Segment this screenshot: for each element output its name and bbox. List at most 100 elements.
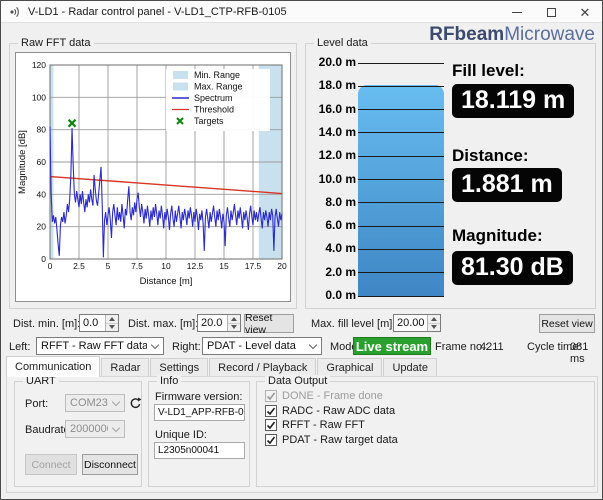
stream-bar: Left: RFFT - Raw FFT data Right: PDAT - … [1,337,602,365]
dist-max-label: Dist. max. [m]: [128,318,199,330]
checkbox-label: PDAT - Raw target data [282,433,398,446]
max-fill-up-button[interactable] [428,315,440,323]
data-output-group: Data Output DONE - Frame done RADC - Raw … [256,375,595,487]
svg-text:5: 5 [106,261,111,271]
level-data-group: Level data 20.0 m 18.0 m 16.0 m 14.0 m 12.0 … [305,37,596,309]
checkbox-row-rfft[interactable]: RFFT - Raw FFT [265,419,365,431]
info-group-title: Info [157,375,182,387]
chevron-down-icon [108,423,124,432]
arrow-up-icon [231,316,237,321]
raw-fft-group: Raw FFT data 0 2.5 5 7.5 10 12.5 15 17.5 20 0 20 40… [9,37,297,309]
legend-label: Threshold [194,105,234,115]
svg-text:17.5: 17.5 [245,261,262,271]
chevron-down-icon [108,397,124,406]
chevron-down-icon [147,340,163,349]
dist-max-value: 20.0 [201,317,223,329]
svg-text:120: 120 [32,60,46,70]
svg-text:0: 0 [48,261,53,271]
checkbox-icon[interactable] [265,433,277,446]
fft-chart-svg: 0 2.5 5 7.5 10 12.5 15 17.5 20 0 20 40 60 80 100 120 Dis… [17,60,287,287]
tab-communication[interactable]: Communication [6,356,101,377]
legend-label: Spectrum [194,93,233,103]
info-group: Info Firmware version: V-LD1_APP-RFB-010… [148,375,250,487]
arrow-up-icon [431,316,437,321]
fill-level-gauge [358,62,444,297]
refresh-ports-button[interactable] [127,394,144,412]
left-graph-select[interactable]: RFFT - Raw FFT data [36,337,164,355]
logo-light: Microwave [504,24,595,45]
frame-no-value: 4211 [480,341,504,353]
gauge-tick-line [358,202,444,204]
disconnect-button[interactable]: Disconnect [82,454,138,475]
fft-chart[interactable]: 0 2.5 5 7.5 10 12.5 15 17.5 20 0 20 40 60 80 100 120 Dis… [15,52,291,302]
window-title: V-LD1 - Radar control panel - V-LD1_CTP-… [28,5,287,18]
gauge-tick-label: 2.0 m [325,264,356,279]
tab-update[interactable]: Update [383,358,437,377]
gauge-tick-label: 12.0 m [318,148,356,163]
gauge-tick-line [358,179,444,180]
level-reset-view-button[interactable]: Reset view [539,314,595,333]
legend-label: Min. Range [194,70,240,80]
checkbox-icon [265,390,277,402]
gauge-tick-label: 8.0 m [325,194,356,209]
minimize-button[interactable] [500,1,534,23]
dist-min-value: 0.0 [83,317,99,329]
fill-level-value: 18.119 m [452,84,575,118]
gauge-tick-line [358,62,444,64]
svg-text:60: 60 [37,157,47,167]
right-graph-select[interactable]: PDAT - Level data [202,337,322,355]
raw-fft-group-title: Raw FFT data [18,37,94,49]
gauge-tick-label: 14.0 m [318,124,356,139]
firmware-version-label: Firmware version: [155,391,243,403]
arrow-down-icon [109,325,115,330]
app-window: V-LD1 - Radar control panel - V-LD1_CTP-… [0,0,603,500]
checkbox-label: RADC - Raw ADC data [282,404,396,417]
right-graph-selected: PDAT - Level data [207,340,296,352]
close-button[interactable]: ✕ [568,1,602,23]
tab-radar[interactable]: Radar [101,358,150,377]
unique-id-field[interactable]: L2305n00041 [154,442,245,459]
gauge-tick-label: 16.0 m [318,101,356,116]
port-selected: COM23 [70,397,108,409]
gauge-tick-label: 18.0 m [318,78,356,93]
baudrate-select: 2000000 [65,420,125,438]
gauge-scale-labels: 20.0 m 18.0 m 16.0 m 14.0 m 12.0 m 10.0 m 8.0 … [310,44,356,308]
svg-text:12.5: 12.5 [187,261,204,271]
svg-text:10: 10 [161,261,171,271]
dist-min-up-button[interactable] [106,315,118,323]
dist-max-up-button[interactable] [228,315,240,323]
fft-reset-view-button[interactable]: Reset view [244,312,294,336]
left-graph-selected: RFFT - Raw FFT data [41,340,147,352]
fill-level-label: Fill level: [452,61,525,80]
fill-level-bar [358,84,444,296]
gauge-tick-line [358,272,444,274]
unique-id-label: Unique ID: [155,429,207,441]
svg-text:Distance [m]: Distance [m] [140,276,193,287]
tab-panel-communication: UART Port: COM23 Baudrate: 2000000 Conne… [6,375,598,493]
maximize-button[interactable] [534,1,568,23]
firmware-version-field[interactable]: V-LD1_APP-RFB-0105 [154,404,245,421]
checkbox-row-pdat[interactable]: PDAT - Raw target data [265,433,398,446]
dist-max-down-button[interactable] [228,322,240,331]
checkbox-icon[interactable] [265,404,277,417]
svg-text:2.5: 2.5 [73,261,85,271]
checkbox-row-radc[interactable]: RADC - Raw ADC data [265,404,396,417]
minimize-icon [512,11,522,13]
arrow-down-icon [431,325,437,330]
checkbox-icon[interactable] [265,419,277,431]
dist-min-down-button[interactable] [106,322,118,331]
svg-text:7.5: 7.5 [131,261,143,271]
gauge-tick-line [358,295,444,297]
svg-text:15: 15 [219,261,229,271]
max-fill-down-button[interactable] [428,322,440,331]
data-output-group-title: Data Output [265,375,331,387]
uart-group: UART Port: COM23 Baudrate: 2000000 Conne… [14,375,144,487]
distance-label: Distance: [452,146,529,165]
dist-max-spinner[interactable]: 20.0 [197,314,241,332]
gauge-tick-label: 4.0 m [325,241,356,256]
dist-min-spinner[interactable]: 0.0 [79,314,119,332]
legend-label: Targets [194,116,224,126]
gauge-tick-line [358,248,444,250]
max-fill-level-spinner[interactable]: 20.00 [393,314,441,332]
gauge-tick-line [358,155,444,157]
